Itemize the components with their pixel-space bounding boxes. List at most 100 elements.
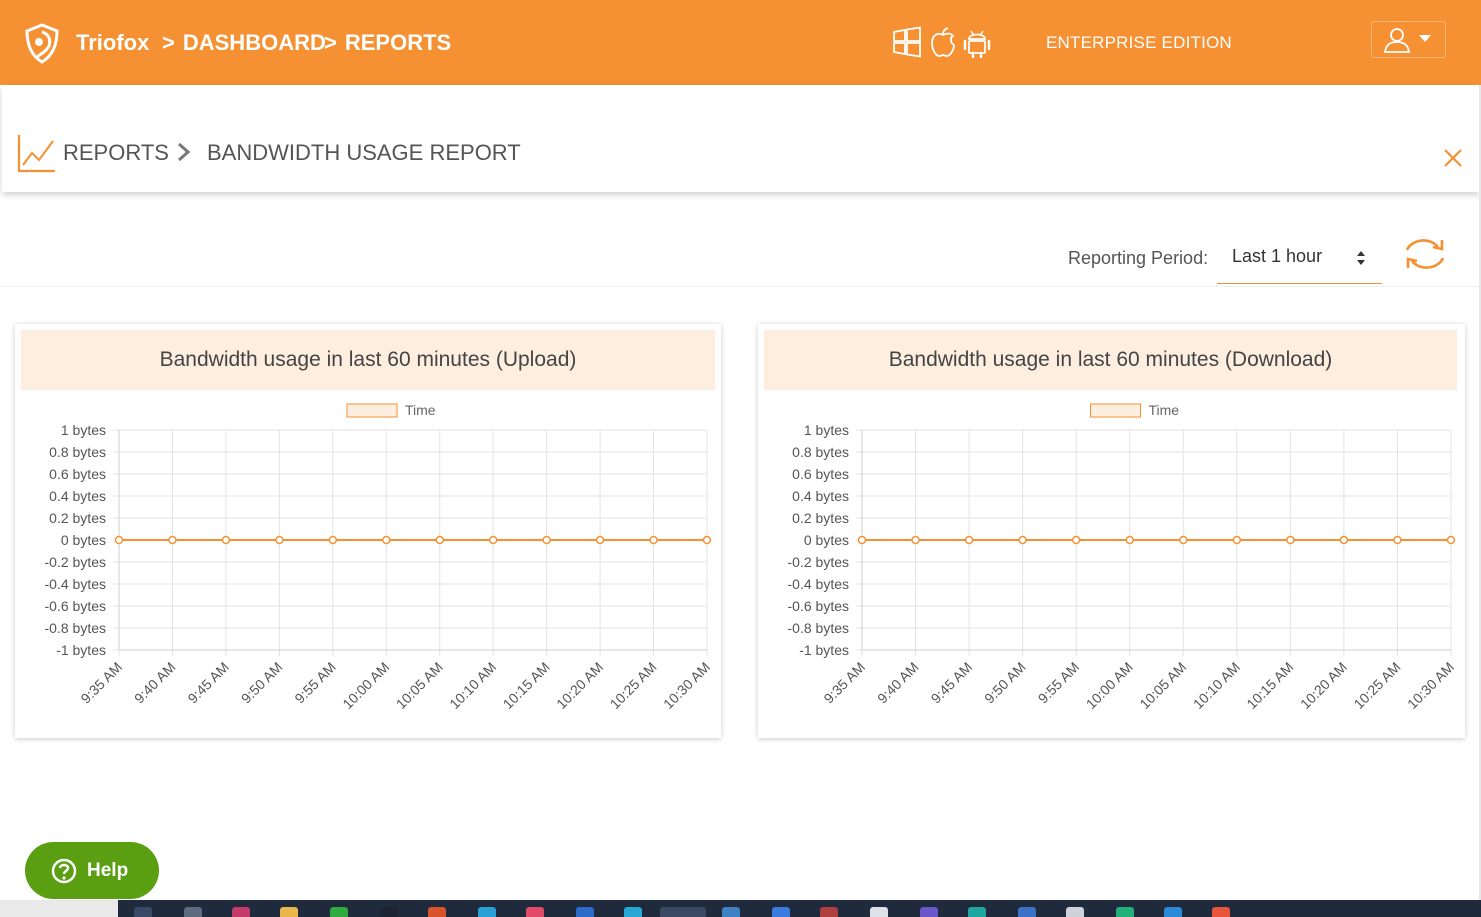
y-tick-label: -0.8 bytes <box>788 620 849 636</box>
brand-name[interactable]: Triofox <box>76 30 149 56</box>
y-tick-label: -0.8 bytes <box>45 620 106 636</box>
x-tick-label: 10:05 AM <box>393 659 446 712</box>
data-point <box>488 535 498 545</box>
data-point <box>275 535 284 545</box>
y-tick-label: 0.4 bytes <box>49 488 106 504</box>
breadcrumb-reports-label[interactable]: REPORTS <box>345 30 451 55</box>
x-tick-label: 9:45 AM <box>928 659 976 707</box>
breadcrumb-separator: > <box>162 30 175 55</box>
apple-icon[interactable] <box>928 26 958 58</box>
x-tick-label: 10:15 AM <box>500 659 553 712</box>
upload-chart-card: Bandwidth usage in last 60 minutes (Uplo… <box>15 324 721 738</box>
data-point <box>328 535 338 545</box>
triofox-logo-icon[interactable] <box>22 22 62 64</box>
taskbar-app-icon[interactable] <box>232 907 250 917</box>
data-point <box>1393 535 1402 545</box>
taskbar <box>0 900 1481 917</box>
line-chart-icon <box>17 135 55 173</box>
taskbar-app-icon[interactable] <box>1116 907 1134 917</box>
taskbar-search-area[interactable] <box>0 900 118 917</box>
taskbar-app-icon[interactable] <box>478 907 496 917</box>
edge-icon[interactable] <box>968 907 986 917</box>
y-tick-label: 0.8 bytes <box>792 444 849 460</box>
chevron-down-icon <box>1419 35 1431 42</box>
x-tick-label: 10:15 AM <box>1243 659 1296 712</box>
x-tick-label: 10:30 AM <box>1404 659 1457 712</box>
folder-icon[interactable] <box>280 907 298 917</box>
data-point <box>435 535 444 545</box>
page-breadcrumb-reports[interactable]: REPORTS <box>63 140 169 166</box>
data-point <box>1125 535 1134 545</box>
y-tick-label: 0.2 bytes <box>49 510 106 526</box>
y-tick-label: 0 bytes <box>804 532 849 548</box>
vscode-icon[interactable] <box>1164 907 1182 917</box>
x-tick-label: 9:45 AM <box>184 659 232 707</box>
data-point <box>542 535 551 545</box>
y-tick-label: 0 bytes <box>61 532 106 548</box>
x-tick-label: 10:25 AM <box>607 659 660 712</box>
x-tick-label: 9:35 AM <box>77 659 125 707</box>
windows-icon[interactable] <box>892 26 922 58</box>
y-tick-label: 0.6 bytes <box>792 466 849 482</box>
task-view-icon[interactable] <box>134 907 152 917</box>
x-tick-label: 10:20 AM <box>1297 659 1350 712</box>
x-tick-label: 9:50 AM <box>238 659 286 707</box>
breadcrumb-reports[interactable]: > REPORTS <box>324 30 451 56</box>
taskbar-app-icon[interactable] <box>1018 907 1036 917</box>
y-tick-label: 0.2 bytes <box>792 510 849 526</box>
x-tick-label: 10:20 AM <box>553 659 606 712</box>
y-tick-label: 0.8 bytes <box>49 444 106 460</box>
y-tick-label: -0.6 bytes <box>45 598 106 614</box>
y-tick-label: -0.4 bytes <box>45 576 106 592</box>
upload-chart-header: Bandwidth usage in last 60 minutes (Uplo… <box>21 330 715 390</box>
x-tick-label: 10:00 AM <box>1083 659 1136 712</box>
legend-swatch <box>1090 403 1141 418</box>
android-icon[interactable] <box>962 26 992 58</box>
close-icon[interactable] <box>1442 147 1464 169</box>
taskbar-app-icon[interactable] <box>722 907 740 917</box>
taskbar-app-icon[interactable] <box>870 907 888 917</box>
taskbar-app-icon[interactable] <box>1212 907 1230 917</box>
x-tick-label: 10:10 AM <box>446 659 499 712</box>
taskbar-app-icon[interactable] <box>1066 907 1084 917</box>
office-icon[interactable] <box>428 907 446 917</box>
taskbar-app-icon[interactable] <box>624 907 642 917</box>
question-icon <box>51 858 77 884</box>
data-point <box>1446 535 1456 545</box>
taskbar-app-icon[interactable] <box>380 907 398 917</box>
data-point <box>911 535 920 545</box>
chevron-right-icon <box>178 142 191 162</box>
taskbar-app-icon[interactable] <box>330 907 348 917</box>
reporting-period-label: Reporting Period: <box>1068 248 1209 268</box>
legend-label: Time <box>405 402 436 418</box>
legend-swatch <box>346 403 398 418</box>
user-menu-button[interactable] <box>1371 21 1446 58</box>
data-point <box>1018 535 1027 545</box>
chrome-icon[interactable] <box>660 907 706 917</box>
taskbar-app-icon[interactable] <box>526 907 544 917</box>
taskbar-app-icon[interactable] <box>576 907 594 917</box>
taskbar-app-icon[interactable] <box>820 907 838 917</box>
data-point <box>114 535 124 545</box>
refresh-icon[interactable] <box>1402 236 1448 272</box>
breadcrumb-dashboard[interactable]: > DASHBOARD <box>162 30 326 56</box>
top-bar: Triofox > DASHBOARD > REPORTS ENTERPRISE E… <box>0 0 1481 85</box>
data-point <box>702 535 712 545</box>
data-point <box>221 535 231 545</box>
y-tick-label: 1 bytes <box>804 422 849 438</box>
x-tick-label: 9:40 AM <box>131 659 179 707</box>
taskbar-app-icon[interactable] <box>772 907 790 917</box>
x-tick-label: 10:10 AM <box>1190 659 1243 712</box>
help-label: Help <box>87 860 129 881</box>
y-tick-label: 0.6 bytes <box>49 466 106 482</box>
x-tick-label: 9:55 AM <box>291 659 339 707</box>
breadcrumb-separator: > <box>324 30 337 55</box>
y-tick-label: -0.4 bytes <box>788 576 849 592</box>
reporting-period-select[interactable]: Last 1 hour <box>1217 236 1382 284</box>
teams-icon[interactable] <box>920 907 938 917</box>
help-button[interactable]: Help <box>25 842 159 899</box>
taskbar-app-icon[interactable] <box>184 907 202 917</box>
x-tick-label: 9:55 AM <box>1035 659 1083 707</box>
y-tick-label: 0.4 bytes <box>792 488 849 504</box>
breadcrumb-dashboard-label[interactable]: DASHBOARD <box>183 30 326 55</box>
